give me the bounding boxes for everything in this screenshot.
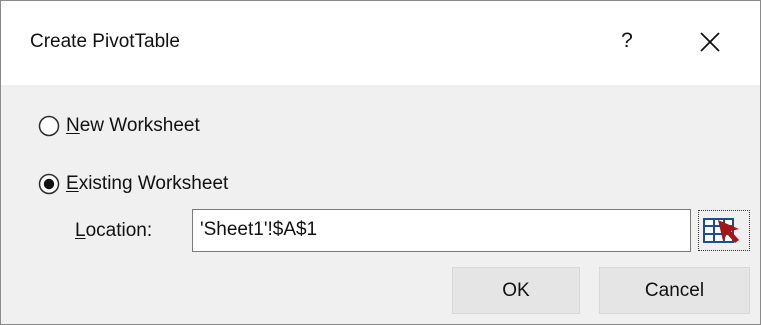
new-worksheet-option[interactable]: New Worksheet <box>38 111 200 141</box>
new-worksheet-radio[interactable] <box>38 115 60 137</box>
ok-button[interactable]: OK <box>452 267 580 314</box>
existing-worksheet-label-rest: xisting Worksheet <box>78 173 229 194</box>
location-label: Location: <box>75 219 152 243</box>
new-worksheet-label: New Worksheet <box>66 115 200 137</box>
existing-worksheet-radio[interactable] <box>38 173 60 195</box>
close-icon <box>700 32 720 52</box>
existing-worksheet-option[interactable]: Existing Worksheet <box>38 169 228 199</box>
create-pivottable-dialog: Create PivotTable ? New Worksheet Existi… <box>0 0 761 325</box>
title-bar: Create PivotTable ? <box>1 1 760 85</box>
range-picker-button[interactable] <box>698 210 750 251</box>
new-worksheet-mnemonic: N <box>66 115 80 136</box>
help-button[interactable]: ? <box>607 21 647 61</box>
close-button[interactable] <box>689 21 731 63</box>
location-input[interactable]: 'Sheet1'!$A$1 <box>192 209 691 252</box>
dialog-title: Create PivotTable <box>30 31 180 52</box>
location-mnemonic: L <box>75 220 86 241</box>
help-icon: ? <box>621 29 633 52</box>
existing-worksheet-label: Existing Worksheet <box>66 173 228 195</box>
existing-worksheet-mnemonic: E <box>66 173 79 194</box>
range-picker-icon <box>703 218 739 243</box>
location-label-rest: ocation: <box>85 220 153 241</box>
cancel-button[interactable]: Cancel <box>599 267 750 314</box>
new-worksheet-label-rest: ew Worksheet <box>79 115 200 136</box>
